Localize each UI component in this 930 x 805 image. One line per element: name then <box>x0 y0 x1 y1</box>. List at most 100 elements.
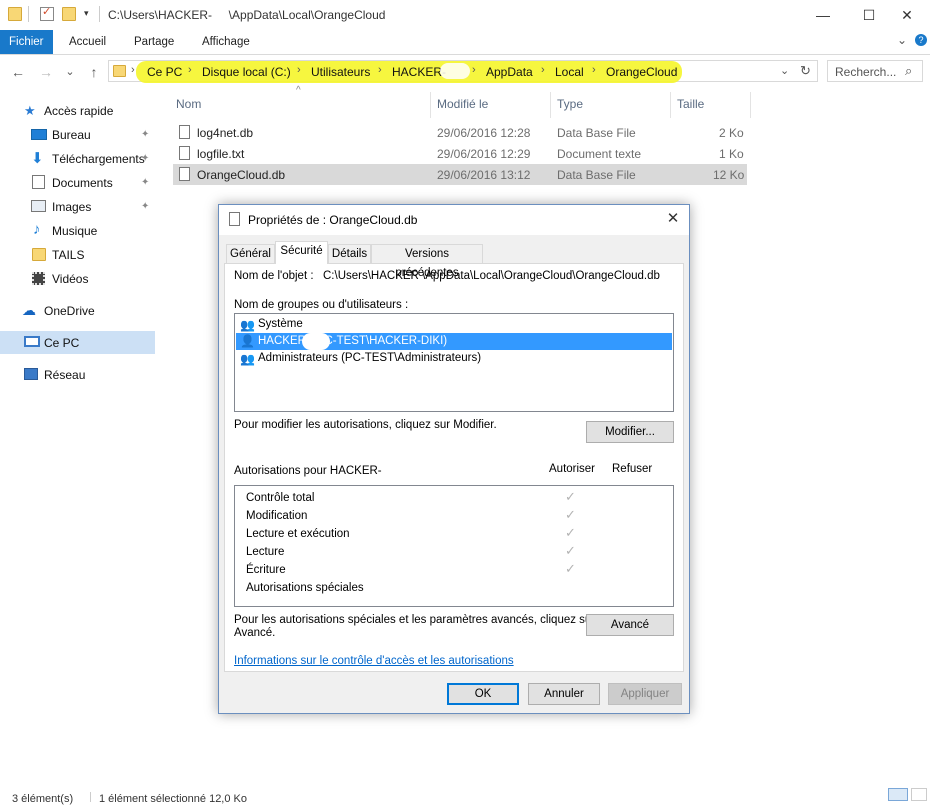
cancel-button[interactable]: Annuler <box>528 683 600 705</box>
file-name: logfile.txt <box>197 147 245 161</box>
ok-button[interactable]: OK <box>447 683 519 705</box>
column-header-type[interactable]: Type <box>557 97 583 111</box>
permissions-for-label: Autorisations pour HACKER- <box>234 465 382 477</box>
dialog-title: Propriétés de : OrangeCloud.db <box>248 213 418 227</box>
download-icon: ⬇ <box>31 150 44 167</box>
divider <box>99 6 100 22</box>
breadcrumb-disque-local[interactable]: Disque local (C:) <box>202 65 291 79</box>
file-size: 12 Ko <box>713 168 745 182</box>
breadcrumb-local[interactable]: Local <box>555 65 584 79</box>
redaction-blur <box>440 63 470 79</box>
sidebar-item-reseau[interactable]: Réseau <box>44 368 85 382</box>
column-divider[interactable] <box>550 92 551 118</box>
window-title: C:\Users\HACKER- \AppData\Local\OrangeCl… <box>108 8 386 22</box>
breadcrumb-separator: › <box>472 64 476 76</box>
pin-icon[interactable]: ✦ <box>141 153 149 164</box>
file-name: log4net.db <box>197 126 254 140</box>
tab-securite[interactable]: Sécurité <box>275 241 328 264</box>
tab-details[interactable]: Détails <box>328 244 371 263</box>
allow-check-icon: ✓ <box>565 561 576 576</box>
column-divider[interactable] <box>750 92 751 118</box>
back-button[interactable]: ← <box>8 62 28 82</box>
sidebar-item-documents[interactable]: Documents <box>52 176 113 190</box>
sidebar-item-bureau[interactable]: Bureau <box>52 128 91 142</box>
allow-check-icon: ✓ <box>565 543 576 558</box>
modify-button[interactable]: Modifier... <box>586 421 674 443</box>
customize-toolbar-icon[interactable]: ▾ <box>84 8 89 19</box>
groups-label: Nom de groupes ou d'utilisateurs : <box>234 299 409 311</box>
access-control-help-link[interactable]: Informations sur le contrôle d'accès et … <box>234 655 514 667</box>
tab-versions-precedentes[interactable]: Versions précédentes <box>371 244 483 279</box>
help-icon[interactable]: ? <box>915 34 927 46</box>
sidebar-item-musique[interactable]: Musique <box>52 224 97 238</box>
expand-ribbon-icon[interactable]: ⌄ <box>897 33 907 47</box>
apply-button[interactable]: Appliquer <box>608 683 682 705</box>
advanced-button[interactable]: Avancé <box>586 614 674 636</box>
allow-check-icon: ✓ <box>565 507 576 522</box>
permission-lecture-execution: Lecture et exécution <box>246 528 350 540</box>
sidebar-item-telechargements[interactable]: Téléchargements <box>52 152 145 166</box>
text-file-icon <box>179 146 190 160</box>
tab-affichage[interactable]: Affichage <box>192 30 260 54</box>
pin-icon[interactable]: ✦ <box>141 129 149 140</box>
tab-fichier[interactable]: Fichier <box>0 30 53 54</box>
column-header-modifie[interactable]: Modifié le <box>437 97 488 111</box>
permission-modification: Modification <box>246 510 308 522</box>
user-item-administrateurs[interactable]: Administrateurs (PC-TEST\Administrateurs… <box>258 352 481 364</box>
sidebar-item-tails[interactable]: TAILS <box>52 248 84 262</box>
permission-lecture: Lecture <box>246 546 285 558</box>
close-window-button[interactable]: ✕ <box>884 0 930 30</box>
tab-partage[interactable]: Partage <box>124 30 184 54</box>
breadcrumb-separator: › <box>541 64 545 76</box>
breadcrumb-ce-pc[interactable]: Ce PC <box>147 65 182 79</box>
sidebar-item-acces-rapide[interactable]: Accès rapide <box>44 104 113 118</box>
column-divider[interactable] <box>430 92 431 118</box>
file-size: 2 Ko <box>719 126 744 140</box>
column-divider[interactable] <box>670 92 671 118</box>
sort-indicator-icon: ^ <box>296 85 301 96</box>
breadcrumb-user[interactable]: HACKER- <box>392 65 446 79</box>
up-button[interactable]: ↑ <box>84 62 104 82</box>
breadcrumb-separator: › <box>378 64 382 76</box>
desktop-icon <box>31 129 47 140</box>
users-icon: 👥 <box>240 352 255 366</box>
dialog-close-button[interactable]: ✕ <box>661 209 685 227</box>
breadcrumb-utilisateurs[interactable]: Utilisateurs <box>311 65 370 79</box>
status-item-count: 3 élément(s) <box>12 793 74 805</box>
search-icon[interactable]: ⌕ <box>905 63 912 79</box>
tab-general[interactable]: Général <box>226 244 275 263</box>
address-dropdown-icon[interactable]: ⌄ <box>780 64 789 77</box>
music-icon: ♪ <box>33 221 41 238</box>
pin-icon[interactable]: ✦ <box>141 177 149 188</box>
file-modified: 29/06/2016 12:29 <box>437 147 531 161</box>
details-view-icon[interactable] <box>888 788 908 801</box>
sidebar-item-videos[interactable]: Vidéos <box>52 272 88 286</box>
refresh-icon[interactable]: ↻ <box>800 63 811 79</box>
new-folder-icon[interactable] <box>62 7 76 21</box>
sidebar-item-onedrive[interactable]: OneDrive <box>44 304 95 318</box>
folder-icon <box>8 7 22 21</box>
column-header-nom[interactable]: Nom <box>176 97 201 111</box>
images-icon <box>31 200 46 212</box>
file-size: 1 Ko <box>719 147 744 161</box>
sidebar-item-ce-pc[interactable]: Ce PC <box>44 336 79 350</box>
large-icons-view-icon[interactable] <box>911 788 927 801</box>
pin-icon[interactable]: ✦ <box>141 201 149 212</box>
forward-button[interactable]: → <box>36 62 56 82</box>
breadcrumb-appdata[interactable]: AppData <box>486 65 533 79</box>
file-type: Document texte <box>557 147 642 161</box>
user-item-systeme[interactable]: Système <box>258 318 303 330</box>
allow-column-header: Autoriser <box>549 463 596 475</box>
file-type: Data Base File <box>557 126 636 140</box>
column-header-taille[interactable]: Taille <box>677 97 704 111</box>
properties-icon[interactable]: ✓ <box>40 6 54 21</box>
recent-locations-button[interactable]: ⌄ <box>60 62 80 82</box>
user-item-hacker[interactable]: HACKER- (PC-TEST\HACKER-DIKI) <box>258 335 447 347</box>
permission-controle-total: Contrôle total <box>246 492 315 504</box>
folder-icon <box>32 248 46 261</box>
tab-accueil[interactable]: Accueil <box>59 30 116 54</box>
breadcrumb-orangecloud[interactable]: OrangeCloud <box>606 65 677 79</box>
sidebar-item-images[interactable]: Images <box>52 200 91 214</box>
minimize-button[interactable]: — <box>800 0 846 30</box>
breadcrumb-separator: › <box>297 64 301 76</box>
